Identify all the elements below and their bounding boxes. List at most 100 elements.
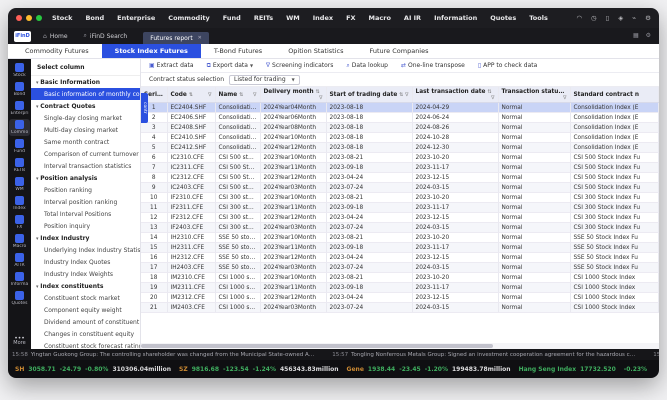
rail-item[interactable]: Stock (9, 62, 30, 79)
table-row[interactable]: 5 EC2412.SHF Consolidation... 2024Year12… (141, 142, 659, 153)
table-row[interactable]: 20 IM2312.CFE CSI 1000 sto... 2023Year12… (141, 292, 659, 303)
table-row[interactable]: 16 IH2312.CFE SSE 50 stock... 2023Year12… (141, 252, 659, 263)
column-header[interactable]: Transaction status ⇅ ∇ (498, 87, 571, 103)
sidebar-entry[interactable]: Single-day closing market (31, 112, 140, 124)
sort-icon[interactable]: ⇅ (239, 92, 243, 98)
sort-icon[interactable]: ⇅ (564, 89, 568, 95)
zoom-window-button[interactable] (36, 15, 42, 21)
menu-item[interactable]: Enterprise (117, 14, 155, 22)
filter-icon[interactable]: ∇ (253, 92, 256, 98)
sidebar-entry[interactable]: Position analysis (31, 172, 140, 184)
column-header[interactable]: Name ⇅ ∇ (215, 87, 261, 103)
table-row[interactable]: 1 EC2404.SHF Consolidation... 2024Year04… (141, 102, 659, 113)
settings-icon[interactable]: ⚙ (645, 15, 651, 22)
main-tab[interactable]: Opition Statistics (275, 44, 356, 58)
sidebar-entry[interactable]: Total Interval Positions (31, 208, 140, 220)
table-row[interactable]: 18 IM2310.CFE CSI 1000 sto... 2023Year10… (141, 272, 659, 283)
sidebar-entry[interactable]: Constituent stock market (31, 292, 140, 304)
table-row[interactable]: 7 IC2311.CFE CSI 500 Stoc... 2023Year11M… (141, 162, 659, 173)
sidebar-entry[interactable]: Index Industry (31, 232, 140, 244)
menu-item[interactable]: Tools (529, 14, 548, 22)
grid-view-icon[interactable]: ▦ (633, 32, 639, 39)
column-header[interactable]: Start of trading date ⇅ ∇ (326, 87, 413, 103)
table-row[interactable]: 2 EC2406.SHF Consolidation... 2024Year06… (141, 112, 659, 123)
menu-item[interactable]: Bond (85, 14, 104, 22)
table-row[interactable]: 19 IM2311.CFE CSI 1000 sto... 2023Year11… (141, 282, 659, 293)
sidebar-entry[interactable]: Basic information of monthly cont (31, 88, 140, 100)
sort-icon[interactable]: ⇅ (488, 89, 492, 95)
filter-icon[interactable]: ∇ (405, 92, 408, 98)
rail-item[interactable]: WM (9, 176, 30, 193)
index-quote[interactable]: Hang Seng Index 17732.520 -0.23% (519, 366, 652, 373)
column-header[interactable]: Code ⇅ ∇ (167, 87, 216, 103)
sidebar-entry[interactable]: Basic Information (31, 76, 140, 88)
sidebar-entry[interactable]: Comparison of current turnover (31, 148, 140, 160)
toolbar-button[interactable]: ▯ APP to check data (478, 62, 537, 69)
wrench-icon[interactable]: ⌁ (632, 15, 636, 22)
main-tab[interactable]: Commodity Futures (12, 44, 102, 58)
menu-item[interactable]: AI IR (404, 14, 421, 22)
sidebar-entry[interactable]: Multi-day closing market (31, 124, 140, 136)
contract-status-select[interactable]: Listed for trading ▼ (229, 74, 300, 85)
column-header[interactable]: Delivery month ⇅ ∇ (260, 87, 327, 103)
filter-icon[interactable]: ∇ (319, 95, 322, 101)
rail-item[interactable]: REITs (9, 157, 30, 174)
history-icon[interactable]: ◷ (591, 15, 597, 22)
table-row[interactable]: 3 EC2408.SHF Consolidation... 2024Year08… (141, 122, 659, 133)
sidebar-entry[interactable]: Position ranking (31, 184, 140, 196)
menu-item[interactable]: FX (346, 14, 355, 22)
sidebar-entry[interactable]: Industry Index Weights (31, 268, 140, 280)
scrollbar-thumb[interactable] (141, 344, 494, 348)
table-row[interactable]: 4 EC2410.SHF Consolidation... 2024Year10… (141, 132, 659, 143)
sidebar-entry[interactable]: Constituent stock forecast rating (31, 340, 140, 350)
filter-icon[interactable]: ∇ (208, 92, 211, 98)
news-item[interactable]: 15:56 US President Biden arrives in Isra… (653, 352, 659, 358)
column-header[interactable]: Standard contract n (570, 87, 659, 103)
toolbar-button[interactable]: ⧉ Export data ▼ (207, 62, 253, 70)
rail-item[interactable]: Commo (9, 119, 30, 136)
sort-icon[interactable]: ⇅ (399, 92, 403, 98)
table-row[interactable]: 9 IC2403.CFE CSI 500 stoc... 2024Year03M… (141, 182, 659, 193)
toolbar-button[interactable]: ∇ Screening indicators (266, 62, 333, 69)
table-row[interactable]: 13 IF2403.CFE CSI 300 stoc... 2024Year03… (141, 222, 659, 233)
ifind-search[interactable]: ⌕ iFinD Search (84, 32, 128, 40)
table-row[interactable]: 10 IF2310.CFE CSI 300 stoc... 2023Year10… (141, 192, 659, 203)
main-tab[interactable]: Stock Index Futures (101, 44, 201, 58)
home-button[interactable]: ⌂ Home (43, 33, 68, 40)
rail-item[interactable]: Macro (9, 233, 30, 250)
sidebar-entry[interactable]: Underlying Index Industry Statistics (31, 244, 140, 256)
rail-item[interactable]: Quotes (9, 290, 30, 307)
menu-item[interactable]: Index (313, 14, 333, 22)
sidebar-entry[interactable]: Component equity weight (31, 304, 140, 316)
main-tab[interactable]: Future Companies (356, 44, 441, 58)
menu-item[interactable]: Macro (369, 14, 391, 22)
sidebar-entry[interactable]: Changes in constituent equity (31, 328, 140, 340)
index-quote[interactable]: SH 3058.71 -24.79 -0.80% 310306.04millio… (15, 366, 171, 373)
menu-item[interactable]: REITs (254, 14, 273, 22)
table-row[interactable]: 17 IH2403.CFE SSE 50 stock... 2024Year03… (141, 262, 659, 273)
rail-item[interactable]: Fund (9, 138, 30, 155)
menu-item[interactable]: Fund (223, 14, 241, 22)
menu-item[interactable]: Commodity (168, 14, 209, 22)
sidebar-entry[interactable]: Same month contract (31, 136, 140, 148)
sidebar-entry[interactable]: Index constituents (31, 280, 140, 292)
filter-icon[interactable]: ∇ (491, 95, 494, 101)
rail-item[interactable]: Bond (9, 81, 30, 98)
close-window-button[interactable] (16, 15, 22, 21)
news-item[interactable]: 15:57 Tongling Nonferrous Metals Group: … (332, 352, 635, 358)
news-item[interactable]: 15:58 Yingtan Guokong Group: The control… (12, 352, 314, 358)
rail-item[interactable]: FX (9, 214, 30, 231)
table-row[interactable]: 15 IH2311.CFE SSE 50 stock... 2023Year11… (141, 242, 659, 253)
filter-icon[interactable]: ∇ (563, 95, 566, 101)
index-quote[interactable]: Gene 1938.44 -23.45 -1.20% 199483.78mill… (347, 366, 511, 373)
sidebar-entry[interactable]: Position inquiry (31, 220, 140, 232)
sidebar-entry[interactable]: Interval transaction statistics (31, 160, 140, 172)
minimize-window-button[interactable] (26, 15, 32, 21)
menu-item[interactable]: WM (286, 14, 300, 22)
sidebar-entry[interactable]: Interval position ranking (31, 196, 140, 208)
table-row[interactable]: 11 IF2311.CFE CSI 300 stoc... 2023Year11… (141, 202, 659, 213)
toolbar-button[interactable]: ⌕ Data lookup (346, 62, 388, 70)
table-row[interactable]: 6 IC2310.CFE CSI 500 stoc... 2023Year10M… (141, 152, 659, 163)
rail-item[interactable]: AI IR (9, 252, 30, 269)
collapsed-panel-tab[interactable]: contr (141, 93, 148, 123)
